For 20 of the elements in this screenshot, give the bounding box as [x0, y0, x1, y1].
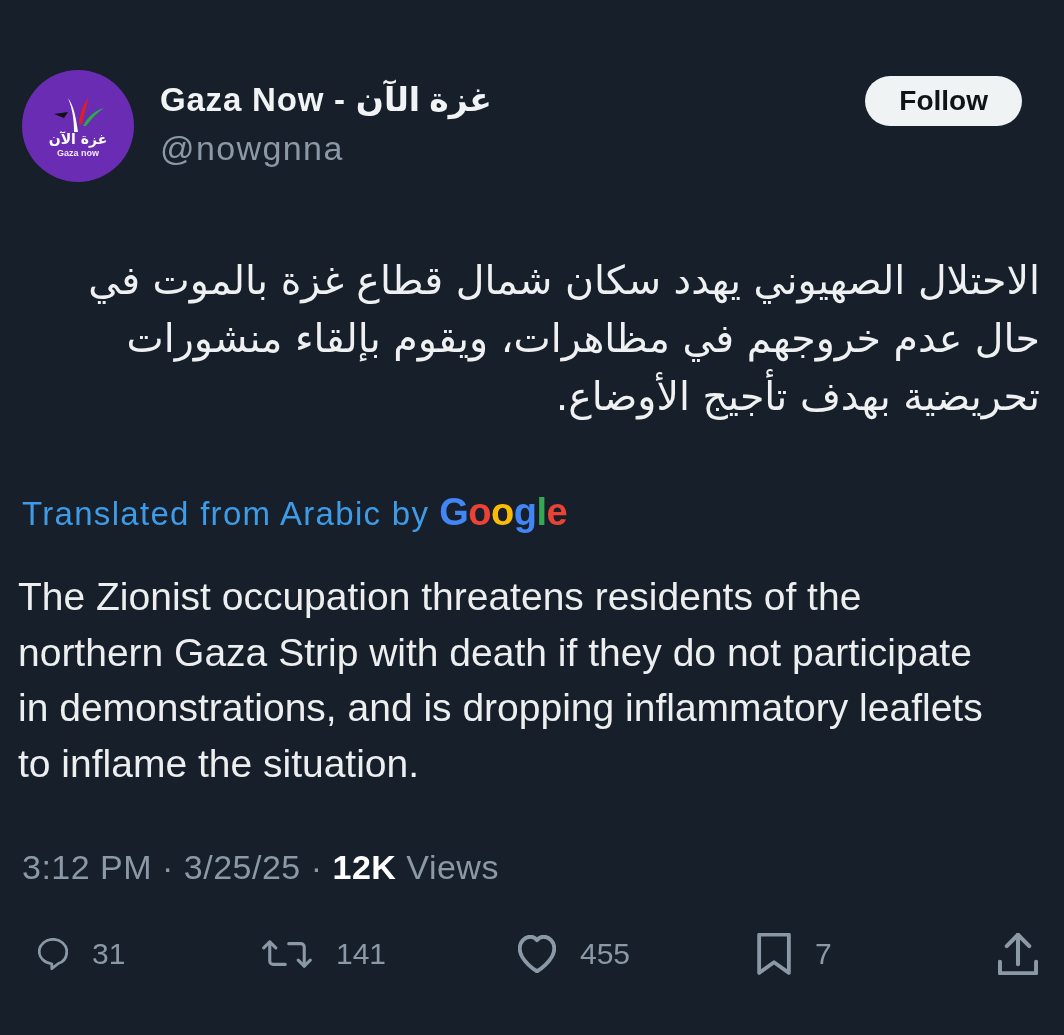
post-text: الاحتلال الصهيوني يهدد سكان شمال قطاع غزة بالموت في حال عدم خروجهم في مظاهرات، ويقوم بإلقاء منشورات تحريضية بهدف تأجيج الأوضاع. [87, 256, 1040, 422]
logo-caption: Gaza now [57, 147, 99, 159]
follow-button[interactable]: Follow [865, 76, 1022, 126]
share-button[interactable] [998, 933, 1038, 975]
google-logo: Google [439, 492, 568, 532]
repost-arrows-icon [262, 940, 312, 968]
repost-button[interactable]: 141 [262, 937, 387, 971]
post-timestamp-views: 3:12 PM · 3/25/25 · 12K Views [21, 847, 500, 887]
translation-attribution: Translated from Arabic by [22, 494, 430, 534]
logo-arabic-text: غزة الآن [48, 129, 108, 148]
share-icon [998, 933, 1038, 975]
account-handle[interactable]: @nowgnna [160, 128, 492, 168]
speech-bubble-icon [38, 938, 68, 970]
account-name[interactable]: Gaza Now - غزة الآن [160, 80, 492, 120]
bookmark-icon [757, 933, 791, 975]
reply-button[interactable]: 31 [38, 937, 126, 971]
bookmark-button[interactable]: 7 [757, 933, 832, 975]
like-button[interactable]: 455 [518, 935, 631, 973]
translated-text: The Zionist occupation threatens residents of the northern Gaza Strip with death if they do not participate in demonstrations, and is dropping inflammatory leaflets to inflame the situation. [17, 574, 984, 787]
heart-icon [518, 935, 556, 973]
